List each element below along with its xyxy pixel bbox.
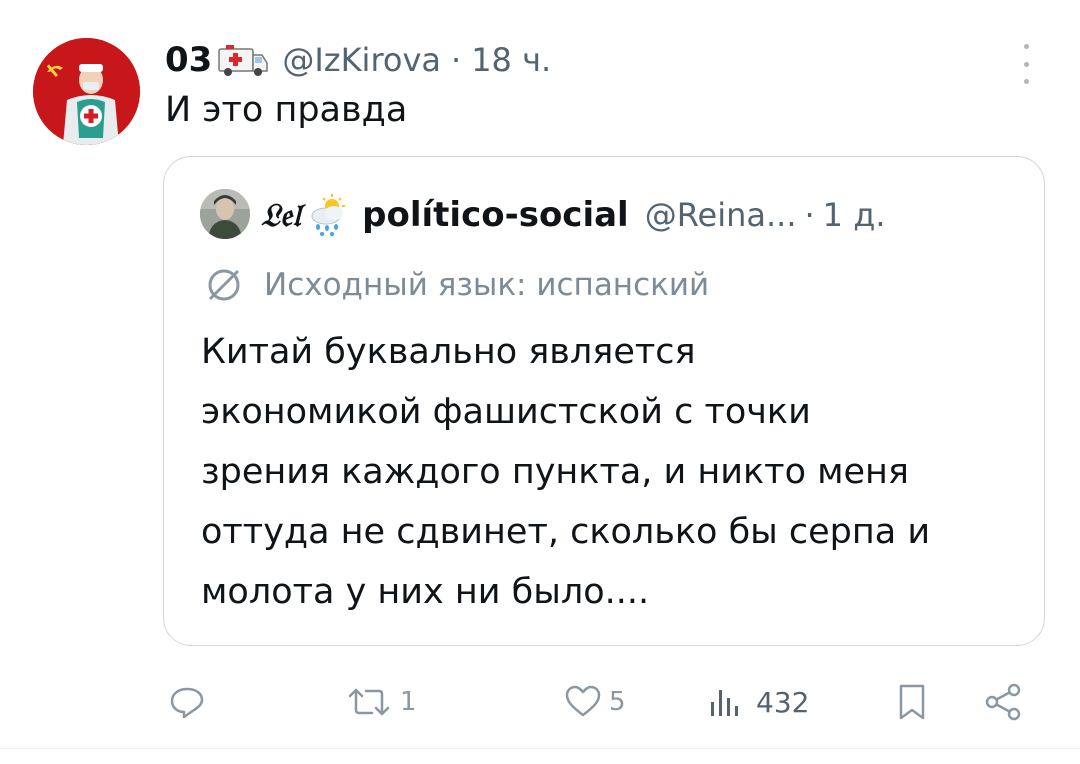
views-button[interactable]: 432 — [706, 672, 809, 732]
retweet-button[interactable]: 1 — [344, 672, 417, 732]
quoted-text-line: оттуда не сдвинет, сколько бы серпа и — [201, 512, 931, 552]
like-button[interactable]: 5 — [563, 672, 626, 732]
retweet-count: 1 — [400, 687, 417, 717]
quoted-text-line: экономикой фашистской с точки — [201, 392, 811, 432]
quoted-tweet-header: 𝔏𝔢𝔩 político-social @Reina... · 1 д. — [261, 187, 886, 243]
more-options-icon[interactable] — [1016, 44, 1036, 84]
quoted-text-line: зрения каждого пункта, и никто меня — [201, 452, 909, 492]
quoted-tweet-text: Китай буквально является экономикой фаши… — [201, 322, 1031, 622]
ambulance-icon — [218, 43, 269, 77]
quoted-name-prefix: 𝔏𝔢𝔩 — [261, 195, 301, 234]
quoted-tweet-card[interactable]: 𝔏𝔢𝔩 político-social @Reina... · 1 д. Исх… — [163, 156, 1045, 646]
quoted-tweet-time[interactable]: 1 д. — [823, 196, 886, 234]
separator-dot: · — [451, 41, 462, 79]
quoted-author-handle[interactable]: @Reina... — [645, 196, 797, 234]
tweet-time[interactable]: 18 ч. — [471, 41, 551, 79]
quoted-text-line: молота у них ни было.... — [201, 572, 650, 612]
translation-label: Исходный язык: испанский — [264, 267, 710, 303]
bookmark-icon — [899, 684, 925, 720]
author-handle[interactable]: @IzKirova — [282, 41, 441, 79]
author-name[interactable]: 03 — [165, 40, 212, 80]
tweet-header: 03 @IzKirova · 18 ч. — [165, 30, 551, 90]
quoted-text-line: Китай буквально является — [201, 332, 696, 372]
tweet-text: И это правда — [165, 90, 408, 130]
retweet-icon — [348, 688, 390, 716]
views-count: 432 — [756, 685, 810, 719]
cloud-rain-sun-icon — [308, 194, 348, 236]
translate-globe-icon — [208, 269, 240, 301]
translation-notice[interactable]: Исходный язык: испанский — [204, 265, 709, 305]
quoted-author-name[interactable]: político-social — [362, 195, 629, 235]
heart-icon — [565, 685, 601, 717]
separator-dot: · — [804, 196, 815, 234]
reply-button[interactable] — [167, 672, 213, 732]
like-count: 5 — [609, 687, 626, 717]
reply-icon — [170, 687, 204, 719]
quoted-author-avatar[interactable] — [200, 189, 250, 239]
tweet-action-bar: 1 5 432 — [0, 672, 1080, 732]
bookmark-button[interactable] — [892, 672, 932, 732]
share-icon — [985, 683, 1021, 721]
views-chart-icon — [711, 690, 738, 716]
author-avatar[interactable] — [33, 38, 140, 145]
share-button[interactable] — [982, 672, 1026, 732]
tweet-divider — [0, 748, 1080, 749]
